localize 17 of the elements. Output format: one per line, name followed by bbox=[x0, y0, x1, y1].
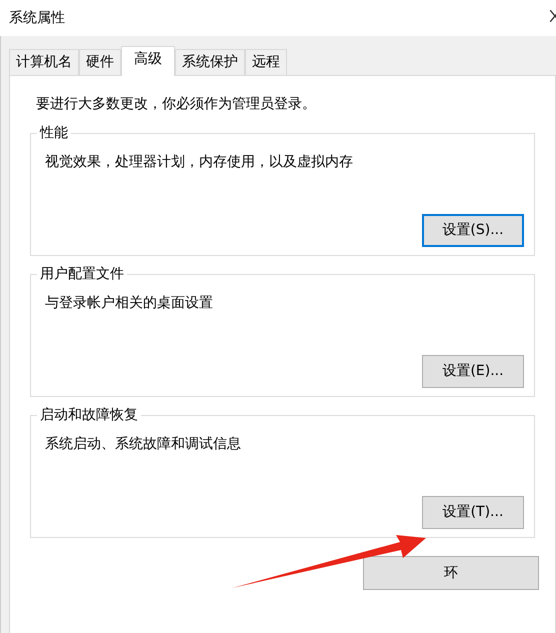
admin-notice: 要进行大多数更改，你必须作为管理员登录。 bbox=[35, 95, 317, 114]
tab[interactable]: 硬件 bbox=[79, 49, 121, 75]
group-title: 启动和故障恢复 bbox=[37, 406, 141, 424]
group-title: 用户配置文件 bbox=[37, 265, 127, 283]
tab[interactable]: 远程 bbox=[245, 49, 287, 75]
tab[interactable]: 系统保护 bbox=[175, 49, 245, 75]
group-description: 与登录帐户相关的桌面设置 bbox=[45, 294, 213, 313]
tab[interactable]: 计算机名 bbox=[9, 49, 79, 75]
group-description: 视觉效果，处理器计划，内存使用，以及虚拟内存 bbox=[45, 153, 353, 172]
settings-button[interactable]: 设置(S)... bbox=[422, 214, 524, 247]
settings-button[interactable]: 设置(T)... bbox=[422, 496, 524, 529]
group-description: 系统启动、系统故障和调试信息 bbox=[45, 435, 241, 454]
settings-button[interactable]: 设置(E)... bbox=[422, 355, 524, 388]
group-title: 性能 bbox=[37, 124, 71, 142]
tab[interactable]: 高级 bbox=[121, 46, 175, 76]
environment-variables-button[interactable]: 环 bbox=[363, 556, 539, 590]
window-title: 系统属性 bbox=[9, 8, 65, 28]
